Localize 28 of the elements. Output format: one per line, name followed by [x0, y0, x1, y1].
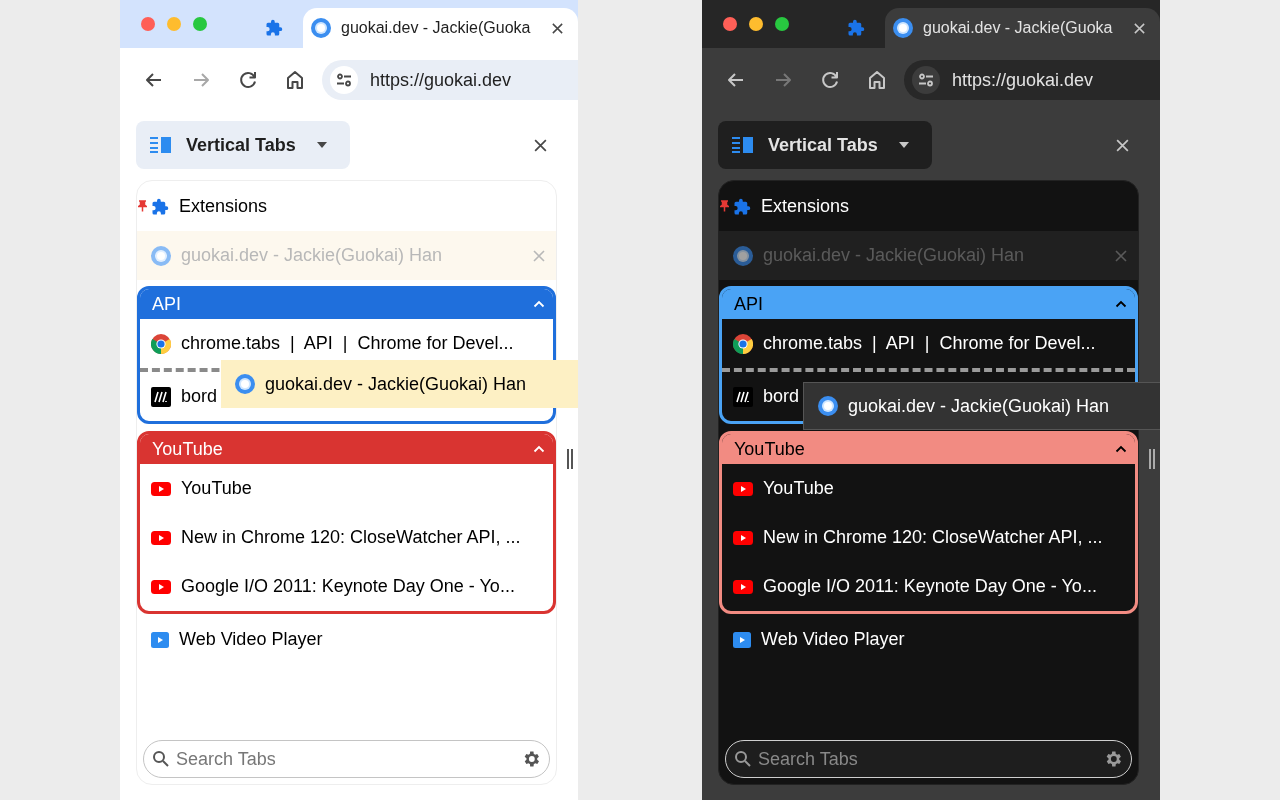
tab-title: YouTube — [763, 477, 834, 500]
tab-title: chrome.tabs | API | Chrome for Devel... — [763, 332, 1096, 355]
tab-title: bord — [181, 385, 218, 408]
sidebar-title: Vertical Tabs — [186, 133, 296, 157]
tab-title: Web Video Player — [761, 628, 905, 651]
tab-title: guokai.dev - Jackie(Guokai) Han — [265, 372, 527, 396]
tab-title: Google I/O 2011: Keynote Day One - Yo... — [181, 575, 515, 598]
tab-title: guokai.dev - Jackie(Guokai) Han — [181, 244, 443, 267]
group-title: YouTube — [152, 437, 223, 461]
sidebar-title: Vertical Tabs — [768, 133, 878, 157]
tab-title: Extensions — [179, 195, 268, 218]
group-title: YouTube — [734, 437, 805, 461]
tab-title: guokai.dev - Jackie(Guokai) Han — [763, 244, 1025, 267]
url-text: https://guokai.dev — [952, 68, 1094, 92]
tab-title: Google I/O 2011: Keynote Day One - Yo... — [763, 575, 1097, 598]
tab-title: Web Video Player — [179, 628, 323, 651]
tab-title: guokai.dev - Jackie(Guoka — [923, 18, 1114, 38]
tab-title: chrome.tabs | API | Chrome for Devel... — [181, 332, 514, 355]
group-title: API — [152, 292, 181, 316]
tab-title: guokai.dev - Jackie(Guokai) Han — [848, 394, 1110, 418]
tab-title: YouTube — [181, 477, 252, 500]
tab-title: Extensions — [761, 195, 850, 218]
tab-title: New in Chrome 120: CloseWatcher API, ... — [181, 526, 521, 549]
tab-title: New in Chrome 120: CloseWatcher API, ... — [763, 526, 1103, 549]
tab-title: guokai.dev - Jackie(Guoka — [341, 18, 532, 38]
group-title: API — [734, 292, 763, 316]
url-text: https://guokai.dev — [370, 68, 512, 92]
tab-title: bord — [763, 385, 800, 408]
